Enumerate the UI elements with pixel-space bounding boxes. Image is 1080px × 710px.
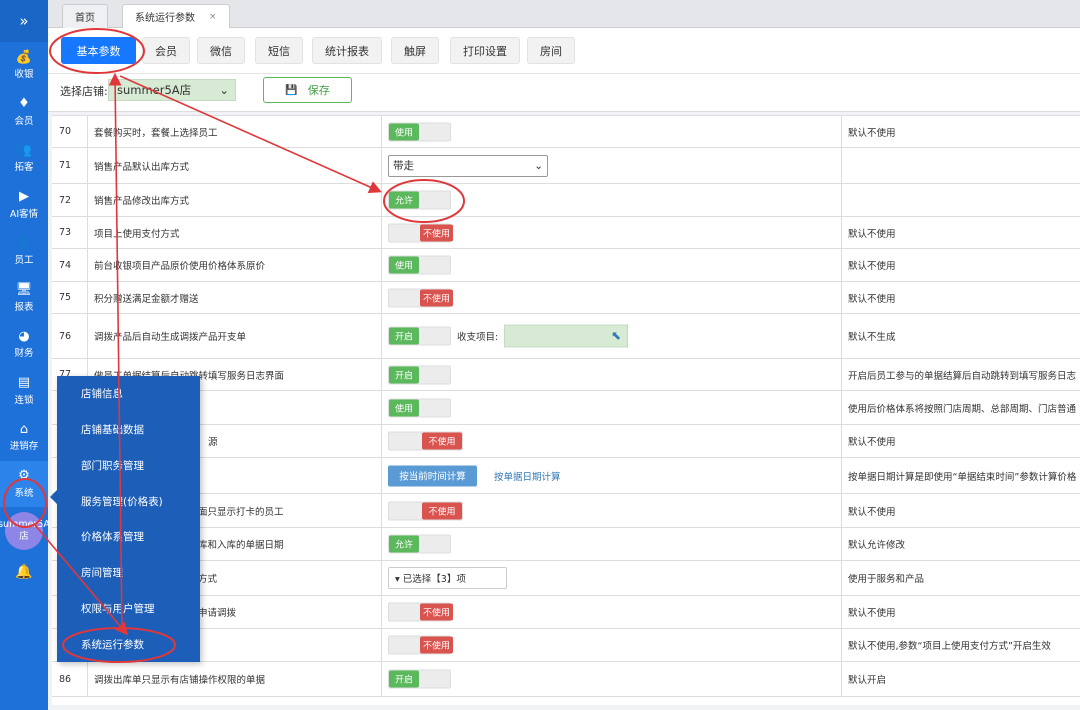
toggle-switch[interactable]: 允许 — [388, 190, 451, 210]
params-table: 70 套餐购买时，套餐上选择员工 使用 默认不使用 71 销售产品默认出库方式 … — [52, 115, 1080, 705]
menu-item-room[interactable]: 房间管理 — [57, 555, 200, 591]
tab-bar: 首页 系统运行参数 × — [48, 0, 1080, 28]
menu-item-system-params[interactable]: 系统运行参数 — [57, 626, 200, 662]
toggle-switch[interactable]: 不使用 — [388, 501, 463, 520]
popup-pointer — [50, 490, 57, 504]
toggle-switch[interactable]: 不使用 — [388, 431, 463, 451]
store-select[interactable]: summer5A店 ⌄ — [108, 79, 236, 101]
system-popup-menu: 店铺信息 店铺基础数据 部门职务管理 服务管理(价格表) 价格体系管理 房间管理… — [57, 376, 200, 662]
table-row: 申请调拨 不使用 默认不使用 — [52, 596, 1080, 629]
calc-current-time-button[interactable]: 按当前时间计算 — [388, 465, 477, 486]
multi-select[interactable]: ▾ 已选择【3】项 — [388, 567, 507, 589]
pie-chart-icon: ◕ — [18, 328, 30, 344]
category-wechat[interactable]: 微信 — [197, 37, 245, 64]
toggle-switch[interactable]: 使用 — [388, 255, 451, 275]
sidebar-item-report[interactable]: 🖥 报表 — [0, 275, 48, 322]
table-row: 71 销售产品默认出库方式 带走 ⌄ — [52, 148, 1080, 184]
table-row: 73 项目上使用支付方式 不使用 默认不使用 — [52, 217, 1080, 249]
calc-doc-date-link[interactable]: 按单据日期计算 — [494, 469, 561, 483]
store-icon: ▤ — [17, 375, 31, 391]
table-row: 方式 ▾ 已选择【3】项 使用于服务和产品 — [52, 561, 1080, 596]
category-stats[interactable]: 统计报表 — [312, 37, 382, 64]
store-row: 选择店铺: summer5A店 ⌄ 💾 保存 — [48, 74, 1080, 112]
category-bar: 基本参数 会员 微信 短信 统计报表 触屏 打印设置 房间 — [48, 28, 1080, 74]
menu-item-permission[interactable]: 权限与用户管理 — [57, 591, 200, 627]
save-icon: 💾 — [285, 84, 298, 96]
sidebar-item-inventory[interactable]: ⌂ 进销存 — [0, 414, 48, 461]
sidebar-item-finance[interactable]: ◕ 财务 — [0, 321, 48, 368]
table-row: 72 销售产品修改出库方式 允许 — [52, 184, 1080, 217]
toggle-switch[interactable]: 不使用 — [388, 223, 453, 242]
toggle-switch[interactable]: 不使用 — [388, 635, 453, 655]
category-sms[interactable]: 短信 — [255, 37, 303, 64]
pointer-icon: ⬉ — [610, 328, 621, 343]
store-label: 选择店铺: — [60, 85, 108, 98]
tab-system-params[interactable]: 系统运行参数 × — [122, 4, 230, 28]
menu-item-service-price[interactable]: 服务管理(价格表) — [57, 483, 200, 519]
table-row: 76 调拨产品后自动生成调拨产品开支单 开启 收支项目: ⬉ 默认不生成 — [52, 314, 1080, 359]
toggle-switch[interactable]: 不使用 — [388, 602, 453, 622]
tab-home[interactable]: 首页 — [62, 4, 108, 28]
table-row: 源 不使用 默认不使用 — [52, 425, 1080, 458]
menu-item-store-basic-data[interactable]: 店铺基础数据 — [57, 412, 200, 448]
monitor-icon: 🖥 — [15, 282, 33, 298]
sidebar-item-chain[interactable]: ▤ 连锁 — [0, 368, 48, 415]
category-member[interactable]: 会员 — [142, 37, 190, 64]
table-row: 使用 使用后价格体系将按照门店周期、总部周期、门店普通 — [52, 391, 1080, 425]
person-icon: 👤 — [15, 235, 33, 251]
menu-item-department[interactable]: 部门职务管理 — [57, 448, 200, 484]
toggle-switch[interactable]: 使用 — [388, 398, 451, 417]
category-print[interactable]: 打印设置 — [450, 37, 520, 64]
table-row: 面只显示打卡的员工 不使用 默认不使用 — [52, 494, 1080, 528]
chevron-down-icon: ⌄ — [219, 83, 229, 97]
table-row: 75 积分赠送满足金额才赠送 不使用 默认不使用 — [52, 282, 1080, 314]
menu-item-price-system[interactable]: 价格体系管理 — [57, 519, 200, 555]
chevron-down-icon: ⌄ — [534, 159, 543, 172]
category-basic[interactable]: 基本参数 — [61, 37, 136, 64]
sidebar: » 💰 收银 ♦ 会员 👥 拓客 ▶ AI客情 👤 员工 🖥 报表 ◕ 财务 ▤… — [0, 0, 50, 710]
table-row: 74 前台收银项目产品原价使用价格体系原价 使用 默认不使用 — [52, 249, 1080, 282]
table-row: 不使用 默认不使用,参数“项目上使用支付方式”开启生效 — [52, 629, 1080, 662]
sidebar-item-ai[interactable]: ▶ AI客情 — [0, 182, 48, 229]
close-icon[interactable]: × — [209, 12, 217, 22]
toggle-switch[interactable]: 开启 — [388, 365, 451, 384]
diamond-icon: ♦ — [18, 96, 30, 112]
table-row: 77 做员工单据结算后自动跳转填写服务日志界面 开启 开启后员工参与的单据结算后… — [52, 359, 1080, 391]
sidebar-item-system[interactable]: ⚙ 系统 — [0, 460, 48, 507]
table-row: 70 套餐购买时，套餐上选择员工 使用 默认不使用 — [52, 116, 1080, 148]
gear-icon: ⚙ — [18, 468, 30, 484]
category-touch[interactable]: 触屏 — [391, 37, 439, 64]
toggle-switch[interactable]: 开启 — [388, 669, 451, 689]
income-expense-item-input[interactable]: ⬉ — [504, 324, 628, 348]
users-icon: 👥 — [15, 142, 33, 158]
save-button[interactable]: 💾 保存 — [263, 77, 352, 103]
sidebar-item-expand[interactable]: 👥 拓客 — [0, 135, 48, 182]
toggle-switch[interactable]: 允许 — [388, 534, 451, 554]
sidebar-item-cashier[interactable]: 💰 收银 — [0, 42, 48, 89]
money-bag-icon: 💰 — [15, 49, 33, 65]
table-row: 按当前时间计算 按单据日期计算 按单据日期计算是即使用“单据结束时间”参数计算价… — [52, 458, 1080, 494]
category-room[interactable]: 房间 — [527, 37, 575, 64]
toggle-switch[interactable]: 使用 — [388, 122, 451, 141]
bell-icon[interactable]: 🔔 — [0, 564, 48, 580]
sidebar-item-staff[interactable]: 👤 员工 — [0, 228, 48, 275]
outbound-method-select[interactable]: 带走 ⌄ — [388, 154, 548, 177]
double-chevron-right-icon[interactable]: » — [0, 0, 48, 42]
toggle-switch[interactable]: 开启 — [388, 326, 451, 346]
home-icon: ⌂ — [19, 421, 29, 437]
store-avatar[interactable]: summer5A店 — [0, 512, 50, 550]
sidebar-item-member[interactable]: ♦ 会员 — [0, 89, 48, 136]
table-row: 库和入库的单据日期 允许 默认允许修改 — [52, 528, 1080, 561]
table-row: 86 调拨出库单只显示有店铺操作权限的单据 开启 默认开启 — [52, 662, 1080, 697]
menu-item-store-info[interactable]: 店铺信息 — [57, 376, 200, 412]
play-circle-icon: ▶ — [19, 189, 29, 205]
toggle-switch[interactable]: 不使用 — [388, 288, 453, 307]
